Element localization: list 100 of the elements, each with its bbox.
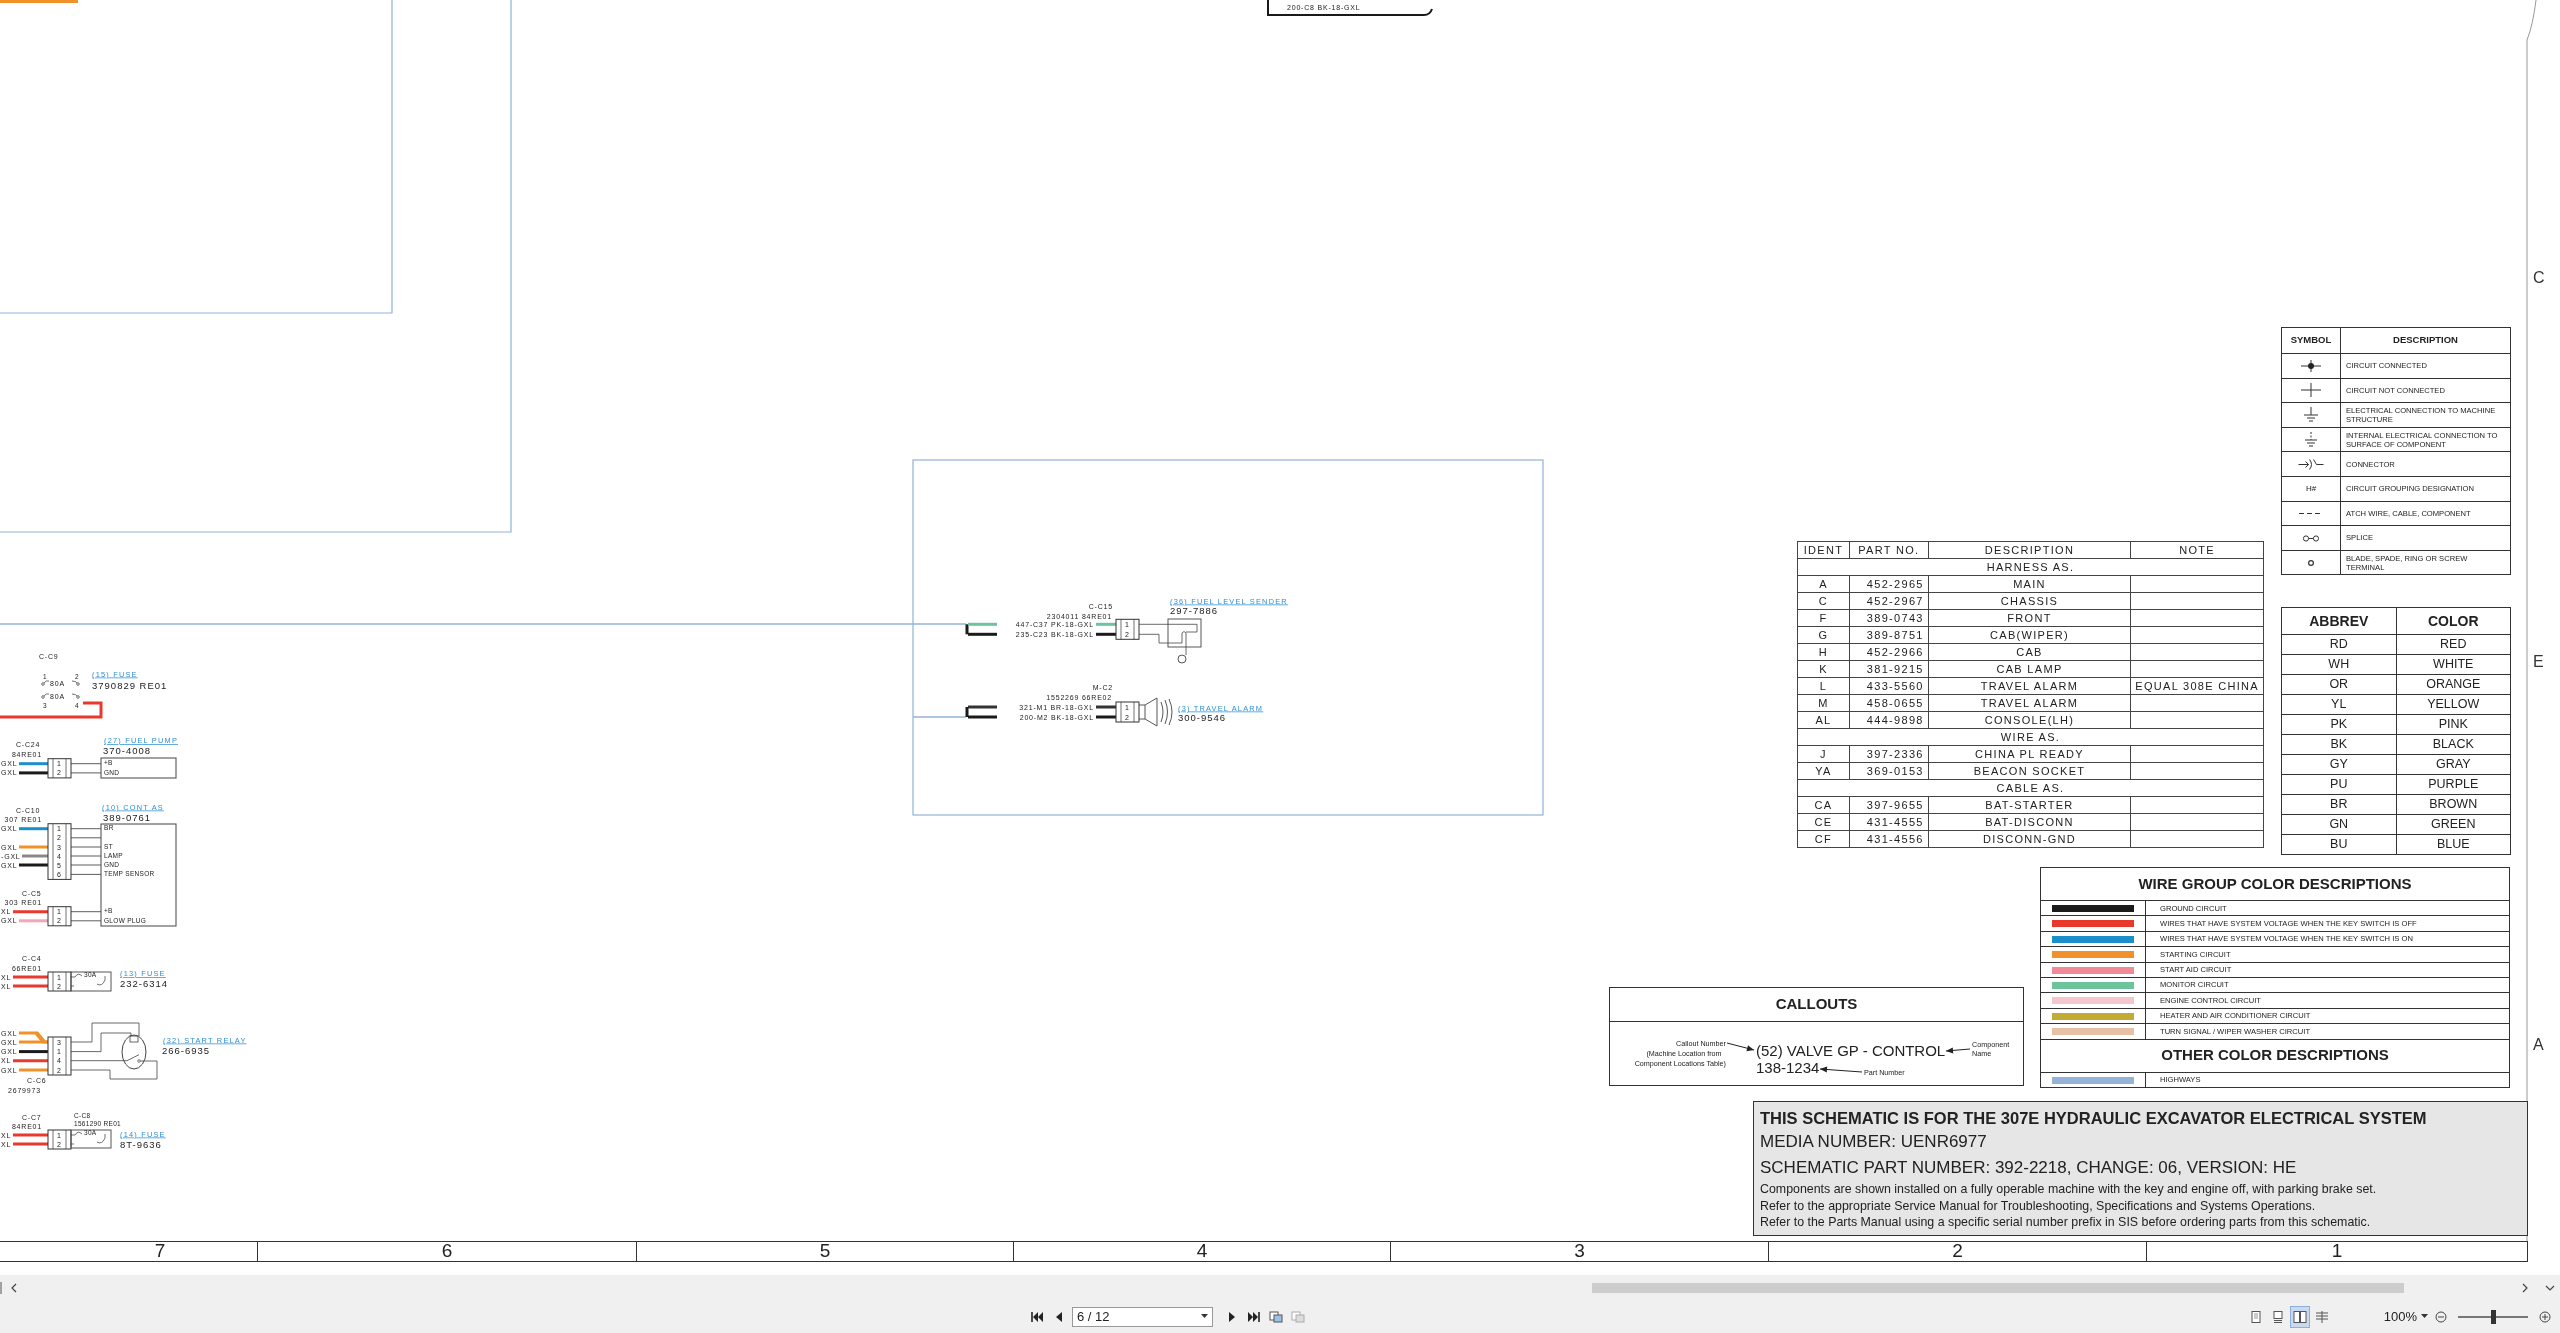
column-header: SYMBOL [2281, 327, 2341, 354]
table-cell: RED [2396, 634, 2511, 655]
part-number: 3790829 RE01 [92, 680, 168, 691]
zone-number: 2 [1952, 1240, 1963, 1261]
table-cell: WHITE [2396, 654, 2511, 675]
section-heading: WIRE AS. [1797, 728, 2264, 746]
table-cell: CAB(WIPER) [1928, 626, 2131, 644]
table-cell: DISCONN-GND [1928, 830, 2131, 848]
zone-number: 5 [819, 1240, 831, 1261]
connected-dot-icon [2300, 358, 2322, 373]
table-cell: BR [2281, 794, 2396, 815]
page-number: 6 / 12 [1077, 1307, 1110, 1326]
leader-arrow [1726, 1042, 1755, 1052]
wire [70, 846, 102, 848]
plus-circle-icon [2538, 1310, 2552, 1323]
scrollbar-thumb[interactable] [1592, 1283, 2404, 1293]
table-cell: CA [1797, 796, 1850, 814]
wire [70, 920, 102, 922]
crossing-lines-icon [2300, 383, 2322, 398]
info-note: Components are shown installed on a fully operable machine with the key and engine off, with parking brake set. [1760, 1181, 2378, 1198]
table-cell: M [1797, 694, 1850, 712]
table-cell: BROWN [2396, 794, 2511, 815]
table-cell: C [1797, 592, 1850, 610]
zone-letter: A [2533, 1036, 2544, 1053]
part-number: 300-9546 [1178, 712, 1227, 723]
column-header: DESCRIPTION [2340, 327, 2511, 354]
table-cell: CAB LAMP [1928, 660, 2131, 678]
table-cell: GN [2281, 814, 2396, 835]
two-page-icon [2293, 1310, 2307, 1323]
two-page-continuous-icon [2315, 1310, 2329, 1323]
wire [70, 855, 102, 857]
info-note: Refer to the appropriate Service Manual for Troubleshooting, Specifications and Systems Operations. [1760, 1197, 2317, 1214]
wire [70, 763, 102, 765]
fuse-link-drawing [41, 693, 80, 699]
connector-drawing [47, 971, 72, 992]
caret-icon [2421, 1314, 2428, 1319]
ground-icon [2304, 432, 2318, 448]
table-cell: 397-2336 [1849, 745, 1929, 763]
table-cell: GRAY [2396, 754, 2511, 775]
table-cell: H [1797, 643, 1850, 661]
part-number: 297-7886 [1170, 605, 1219, 616]
connector-icon [2298, 458, 2324, 470]
zone-number: 6 [441, 1240, 453, 1261]
leader-arrow [1945, 1047, 1971, 1054]
fuse-link-drawing [41, 680, 80, 686]
table-cell: CONSOLE(LH) [1928, 711, 2131, 729]
table-cell: TRAVEL ALARM [1928, 677, 2131, 695]
info-line: MEDIA NUMBER: UENR6977 [1760, 1131, 1988, 1153]
table-cell: TRAVEL ALARM [1928, 694, 2131, 712]
fuse-drawing [70, 1129, 112, 1149]
table-cell: OR [2281, 674, 2396, 695]
table-cell: 431-4555 [1849, 813, 1929, 831]
pages-icon [1269, 1310, 1283, 1323]
table-heading: CALLOUTS [1775, 994, 1858, 1015]
table-cell: 397-9655 [1849, 796, 1929, 814]
table-cell: 381-9215 [1849, 660, 1929, 678]
wire-bracket [965, 624, 969, 635]
table-cell: FRONT [1928, 609, 2131, 627]
table-cell: 431-4556 [1849, 830, 1929, 848]
zoom-value: 100% [2382, 1307, 2417, 1326]
column-header: IDENT [1797, 541, 1850, 559]
zone-number: 3 [1574, 1240, 1585, 1261]
fuse-drawing [70, 971, 112, 992]
wire [70, 828, 102, 830]
table-cell: YL [2281, 694, 2396, 715]
pages-icon [1291, 1310, 1305, 1323]
table-cell: CHASSIS [1928, 592, 2131, 610]
part-number: 8T-9636 [120, 1138, 162, 1150]
table-cell: BLACK [2396, 734, 2511, 755]
table-cell: CE [1797, 813, 1850, 831]
caret-icon [1201, 1314, 1208, 1319]
wire [70, 911, 102, 913]
table-cell: RD [2281, 634, 2396, 655]
zone-letter: E [2533, 653, 2544, 670]
zone-number: 4 [1196, 1240, 1208, 1261]
table-cell: AL [1797, 711, 1850, 729]
info-note: Refer to the Parts Manual using a specific serial number prefix in SIS before ordering parts from this schematic. [1760, 1214, 2372, 1231]
table-cell: 452-2966 [1849, 643, 1929, 661]
connector-drawing [1115, 618, 1140, 640]
connector-drawing [47, 823, 72, 880]
table-cell: PU [2281, 774, 2396, 795]
page-field[interactable]: 6 / 12 [1072, 1306, 1213, 1327]
column-header: NOTE [2130, 541, 2264, 559]
view-mode-button[interactable] [2291, 1306, 2309, 1327]
table-cell: PK [2281, 714, 2396, 735]
table-cell: 389-8751 [1849, 626, 1929, 644]
table-cell: BK [2281, 734, 2396, 755]
zone-number: 1 [2331, 1240, 2343, 1261]
part-number: 266-6935 [162, 1044, 211, 1056]
schematic-title: THIS SCHEMATIC IS FOR THE 307E HYDRAULIC EXCAVATOR ELECTRICAL SYSTEM [1760, 1108, 2428, 1129]
table-cell: BEACON SOCKET [1928, 762, 2131, 780]
table-cell: BLUE [2396, 834, 2511, 855]
connector-drawing [47, 906, 72, 927]
wire [70, 837, 102, 839]
connector-drawing [1115, 701, 1140, 723]
zoom-slider-thumb[interactable] [2491, 1309, 2496, 1324]
table-cell: YELLOW [2396, 694, 2511, 715]
table-cell: J [1797, 745, 1850, 763]
table-cell: CHINA PL READY [1928, 745, 2131, 763]
table-cell: 389-0743 [1849, 609, 1929, 627]
